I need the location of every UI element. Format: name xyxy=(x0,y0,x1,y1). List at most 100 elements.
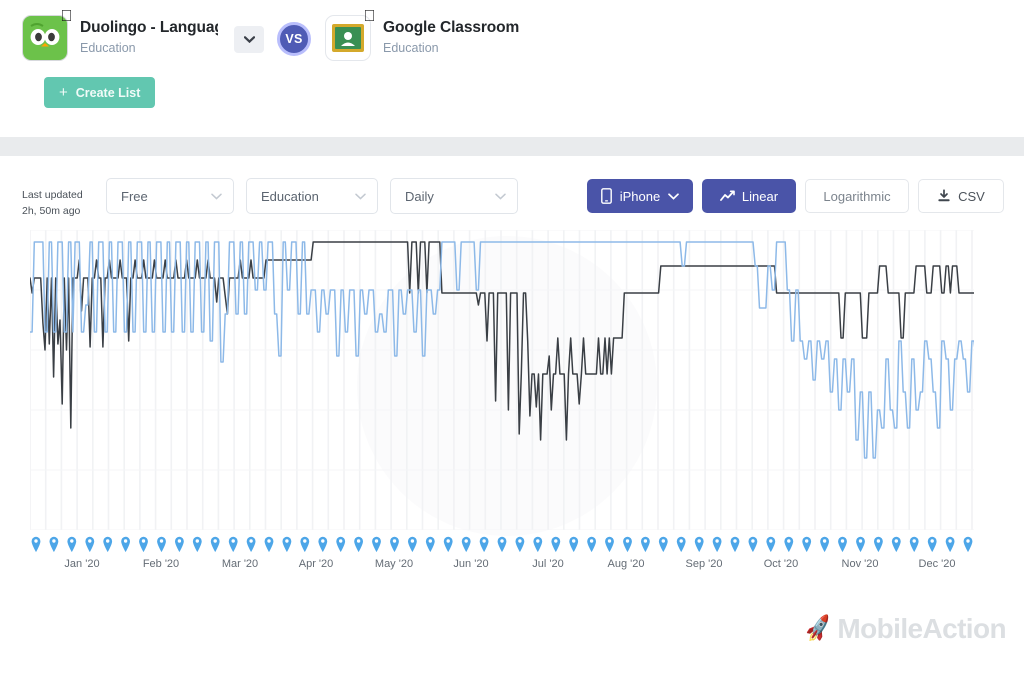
export-csv-label: CSV xyxy=(958,188,985,204)
price-filter-select[interactable]: Free xyxy=(106,178,234,214)
app-block-primary[interactable]:  Duolingo - Languag Education xyxy=(22,8,218,61)
map-pin-icon xyxy=(605,536,614,552)
chevron-down-icon xyxy=(211,193,222,200)
map-pin-icon xyxy=(515,536,525,552)
x-axis-tick-label: Jun '20 xyxy=(453,558,489,570)
frequency-filter-select[interactable]: Daily xyxy=(390,178,518,214)
map-pin-icon xyxy=(748,536,758,552)
map-pin-icon xyxy=(569,536,579,552)
map-pin-icon xyxy=(838,536,847,552)
x-axis-tick-label: Oct '20 xyxy=(763,558,799,570)
map-pin-icon xyxy=(49,536,59,552)
apple-icon:  xyxy=(362,8,377,25)
mobileaction-watermark: 🚀 MobileAction xyxy=(802,613,1006,645)
x-axis-tick-label: May '20 xyxy=(374,558,414,570)
map-pin-icon xyxy=(694,536,704,552)
map-pin-icon xyxy=(67,536,77,552)
app-text-secondary: Google Classroom Education xyxy=(383,10,519,56)
map-pin-icon xyxy=(408,536,417,552)
map-pin-icon xyxy=(641,536,650,552)
chevron-down-icon xyxy=(243,36,255,43)
section-divider xyxy=(0,137,1024,156)
last-updated-line1: Last updated xyxy=(22,189,83,201)
map-pin-icon xyxy=(372,536,381,552)
category-filter-select[interactable]: Education xyxy=(246,178,378,214)
map-pin-icon xyxy=(874,536,883,552)
map-pin-icon xyxy=(676,536,686,552)
map-pin-icon xyxy=(443,536,453,552)
category-filter-value: Education xyxy=(261,188,319,204)
chart-view-controls: iPhone Linear Logarithmic CSV xyxy=(587,178,1004,213)
map-pin-icon xyxy=(963,536,973,552)
google-classroom-icon-wrap:  xyxy=(325,8,376,61)
map-pin-icon xyxy=(766,536,776,552)
x-axis-tick-label: Aug '20 xyxy=(607,558,645,570)
map-pin-icon xyxy=(425,536,435,552)
map-pin-icon xyxy=(121,536,130,552)
map-pin-icon xyxy=(927,536,937,552)
map-pin-icon xyxy=(210,536,220,552)
device-filter-button[interactable]: iPhone xyxy=(587,179,693,213)
price-filter-value: Free xyxy=(121,188,148,204)
scale-logarithmic-label: Logarithmic xyxy=(823,188,891,204)
page-root:  Duolingo - Languag Education VS xyxy=(0,0,1024,677)
chart-svg xyxy=(30,230,974,530)
map-pin-icon xyxy=(192,536,202,552)
export-csv-button[interactable]: CSV xyxy=(918,179,1004,213)
map-pin-icon xyxy=(103,536,113,552)
app-category: Education xyxy=(383,41,439,55)
create-list-button[interactable]: + Create List xyxy=(44,77,156,108)
map-pin-icon xyxy=(587,536,596,552)
apple-icon:  xyxy=(59,8,74,25)
app-block-secondary[interactable]:  Google Classroom Education xyxy=(325,8,519,61)
map-pin-icon xyxy=(246,536,256,552)
device-filter-label: iPhone xyxy=(619,188,661,204)
map-pin-icon xyxy=(712,536,722,552)
chart-controls-bar: Last updated 2h, 50m ago Free Education … xyxy=(0,170,1024,226)
scale-linear-button[interactable]: Linear xyxy=(702,179,796,213)
x-axis-tick-label: Nov '20 xyxy=(841,558,879,570)
map-pin-icon xyxy=(157,536,166,552)
map-pin-icon xyxy=(85,536,95,552)
map-pin-icon xyxy=(282,536,292,552)
x-axis-tick-label: Jan '20 xyxy=(64,558,100,570)
map-pin-icon xyxy=(31,536,41,552)
map-pin-icon xyxy=(497,536,507,552)
pins-svg xyxy=(31,536,973,552)
x-axis-tick-label: Sep '20 xyxy=(685,558,723,570)
map-pin-icon xyxy=(891,536,901,552)
x-axis-tick-label: Dec '20 xyxy=(918,558,956,570)
duolingo-icon-wrap:  xyxy=(22,8,73,61)
app-selector-dropdown-button[interactable] xyxy=(234,26,264,53)
phone-icon xyxy=(601,188,612,204)
chart-plot-area[interactable] xyxy=(30,230,974,530)
x-axis-tick-label: Feb '20 xyxy=(142,558,180,570)
map-pin-icon xyxy=(300,536,310,552)
frequency-filter-value: Daily xyxy=(405,188,434,204)
map-pin-icon xyxy=(390,536,399,552)
app-name: Google Classroom xyxy=(383,19,520,36)
download-icon xyxy=(938,189,950,202)
map-pin-icon xyxy=(909,536,919,552)
scale-logarithmic-button[interactable]: Logarithmic xyxy=(805,179,909,213)
x-axis-tick-label: Apr '20 xyxy=(298,558,334,570)
map-pin-icon xyxy=(784,536,794,552)
rocket-icon: 🚀 xyxy=(802,613,834,644)
map-pin-icon xyxy=(658,536,668,552)
chevron-down-icon xyxy=(355,193,366,200)
map-pin-icon xyxy=(175,536,184,552)
x-axis-tick-label: Jul '20 xyxy=(532,558,564,570)
last-updated-line2: 2h, 50m ago xyxy=(22,205,81,217)
app-category: Education xyxy=(80,41,136,55)
map-pin-icon xyxy=(802,536,812,552)
map-pin-icon xyxy=(623,536,632,552)
map-pin-icon xyxy=(945,536,955,552)
map-pin-icon xyxy=(533,536,543,552)
app-name: Duolingo - Languag xyxy=(80,19,218,36)
map-pin-icon xyxy=(479,536,489,552)
ranking-chart-card: Jan '20 Feb '20 Mar '20 Apr '20 May '20 Jun '… xyxy=(12,226,1012,586)
app-comparison-header:  Duolingo - Languag Education VS xyxy=(0,0,1024,128)
x-axis-tick-label: Mar '20 xyxy=(221,558,259,570)
app-row:  Duolingo - Languag Education VS xyxy=(22,8,1024,61)
vs-badge: VS xyxy=(277,22,311,56)
